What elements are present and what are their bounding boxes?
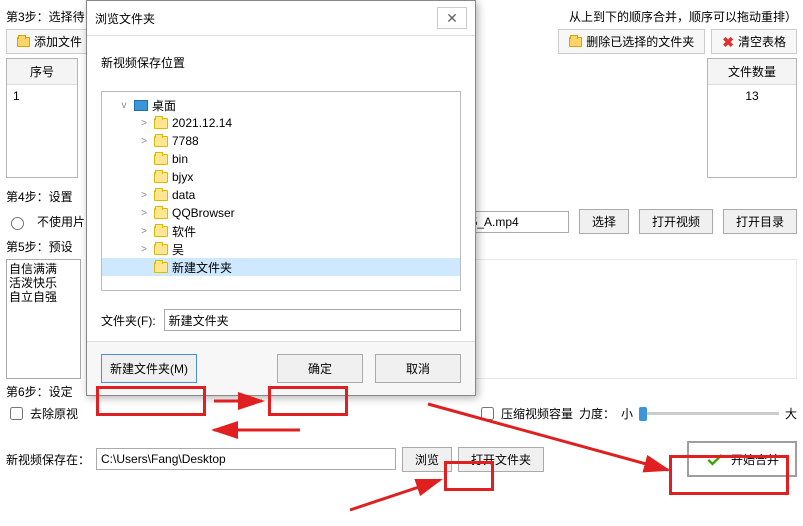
expander-icon[interactable]: > [138,118,150,129]
new-folder-button[interactable]: 新建文件夹(M) [101,354,197,383]
step5-label: 第5步：预设 [6,238,73,255]
folder-icon [154,208,168,219]
row1-count: 13 [708,85,796,107]
desktop-icon [134,100,148,111]
dialog-subtitle: 新视频保存位置 [101,54,461,71]
open-folder-button[interactable]: 打开文件夹 [458,447,544,472]
compress-checkbox[interactable] [481,407,494,420]
force-big-label: 大 [785,405,797,422]
folder-icon [154,118,168,129]
tree-item[interactable]: >2021.12.14 [102,114,460,132]
force-slider[interactable] [639,412,779,415]
remove-orig-label: 去除原视 [30,405,78,422]
expander-icon[interactable]: v [118,100,130,111]
col-count-header: 文件数量 [708,59,796,85]
tree-item[interactable]: bjyx [102,168,460,186]
x-icon: ✖ [722,36,734,48]
expander-icon[interactable] [138,172,150,183]
tree-item[interactable]: > data [102,186,460,204]
expander-icon[interactable]: > [138,244,150,255]
expander-icon[interactable] [138,154,150,165]
expander-icon[interactable]: > [138,208,150,219]
expander-icon[interactable]: > [138,226,150,237]
folder-field-label: 文件夹(F): [101,312,156,329]
tree-item-label: 新建文件夹 [172,259,232,276]
check-icon [705,449,725,469]
col-seq-header: 序号 [7,59,77,85]
force-small-label: 小 [621,405,633,422]
tree-item-label: bjyx [172,170,193,184]
folder-name-input[interactable] [164,309,461,331]
tree-root-label: 桌面 [152,97,176,114]
step3-label: 第3步：选择待 [6,8,85,25]
add-folder-label: 添加文件 [34,33,82,50]
folder-icon [154,172,168,183]
compress-label: 压缩视频容量 [501,405,573,422]
step4-label: 第4步：设置 [6,188,73,205]
start-merge-label: 开始合并 [731,451,779,468]
tree-item-label: 2021.12.14 [172,116,232,130]
open-video-button[interactable]: 打开视频 [639,209,713,234]
dialog-title: 浏览文件夹 [95,10,155,27]
tree-item[interactable]: >7788 [102,132,460,150]
expander-icon[interactable] [138,262,150,273]
row1-seq[interactable]: 1 [7,85,77,107]
cancel-button[interactable]: 取消 [375,354,461,383]
start-merge-button[interactable]: 开始合并 [687,441,797,477]
clear-table-label: 清空表格 [738,33,786,50]
tree-root[interactable]: v 桌面 [102,96,460,114]
folder-icon [154,136,168,147]
save-path-input[interactable] [96,448,396,470]
expander-icon[interactable]: > [138,190,150,201]
folder-tree[interactable]: v 桌面 >2021.12.14>7788 bin bjyx>data>QQBr… [101,91,461,291]
choose-button[interactable]: 选择 [579,209,629,234]
tree-item[interactable]: bin [102,150,460,168]
browse-folder-dialog: 浏览文件夹 ✕ 新视频保存位置 v 桌面 >2021.12.14>7788 bi… [86,0,476,396]
save-label: 新视频保存在： [6,451,90,468]
tree-item-label: 7788 [172,134,199,148]
open-dir-button[interactable]: 打开目录 [723,209,797,234]
folder-del-icon [569,37,582,47]
folder-icon [154,226,168,237]
tree-item[interactable]: > QQBrowser [102,204,460,222]
step3-tail: 从上到下的顺序合并，顺序可以拖动重排） [569,8,797,25]
folder-add-icon [17,37,30,47]
tree-item-label: data [172,188,195,202]
delete-selected-label: 删除已选择的文件夹 [586,33,694,50]
step6-label: 第6步：设定 [6,383,73,400]
tree-item[interactable]: > 软件 [102,222,460,240]
force-label: 力度： [579,405,615,422]
tree-item[interactable]: >吴 [102,240,460,258]
tree-item-label: QQBrowser [172,206,235,220]
folder-icon [154,262,168,273]
delete-selected-button[interactable]: 删除已选择的文件夹 [558,29,705,54]
tree-item[interactable]: 新建文件夹 [102,258,460,276]
preset-text-area[interactable]: 自信满满 活泼快乐 自立自强 [6,259,81,379]
folder-icon [154,244,168,255]
no-use-label: 不使用片 [37,213,85,230]
tree-item-label: bin [172,152,188,166]
expander-icon[interactable]: > [138,136,150,147]
tree-item-label: 软件 [172,223,196,240]
add-folder-button[interactable]: 添加文件 [6,29,93,54]
browse-button[interactable]: 浏览 [402,447,452,472]
ok-button[interactable]: 确定 [277,354,363,383]
tree-item-label: 吴 [172,241,184,258]
folder-icon [154,154,168,165]
dialog-close-button[interactable]: ✕ [437,7,467,29]
folder-icon [154,190,168,201]
clear-table-button[interactable]: ✖ 清空表格 [711,29,797,54]
no-use-radio[interactable] [11,217,24,230]
remove-orig-checkbox[interactable] [10,407,23,420]
